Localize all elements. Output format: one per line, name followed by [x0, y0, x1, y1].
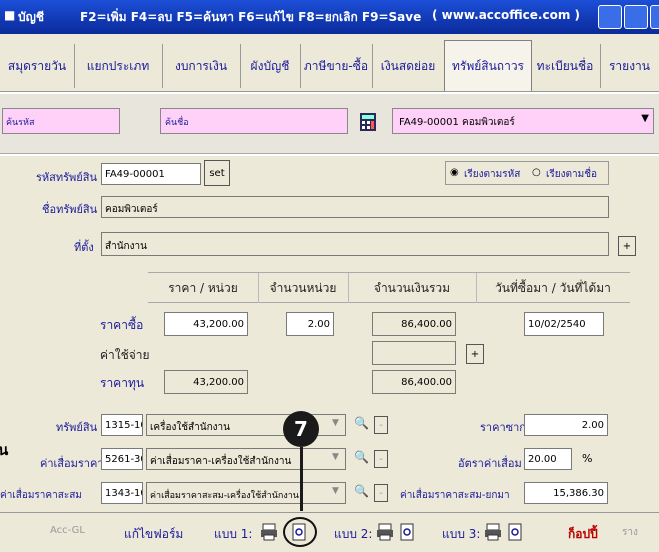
asset-name-field[interactable]: คอมพิวเตอร์ — [101, 196, 609, 218]
asset-code-label: รหัสทรัพย์สิน — [36, 171, 97, 184]
accumulated-depreciation-name: ค่าเสื่อมราคาสะสม-เครื่องใช้สำนักงาน — [146, 482, 346, 504]
preview-icon[interactable] — [506, 523, 524, 541]
callout-leader-line — [300, 447, 303, 511]
calculator-icon[interactable] — [358, 112, 378, 132]
asset-account-clear-button[interactable]: - — [374, 416, 388, 434]
binoculars-icon[interactable]: 🔍 — [354, 450, 369, 464]
copy-button[interactable]: ก็อปปี้ — [568, 525, 598, 544]
purchase-price-label: ราคาซื้อ — [100, 318, 144, 332]
salvage-value-field[interactable]: 2.00 — [524, 414, 608, 436]
print-icon[interactable] — [484, 523, 502, 541]
sort-by-name-label[interactable]: เรียงตามชื่อ — [546, 167, 597, 182]
chevron-down-icon[interactable]: ▼ — [332, 418, 339, 428]
form1-label: แบบ 1: — [214, 527, 253, 541]
depreciation-account-clear-button[interactable]: - — [374, 450, 388, 468]
purchase-date-field[interactable]: 10/02/2540 — [524, 312, 604, 336]
tab-reports[interactable]: รายงาน — [600, 44, 659, 88]
depreciation-rate-field[interactable]: 20.00 — [524, 448, 572, 470]
add-expense-button[interactable]: + — [466, 344, 484, 364]
asset-code-field[interactable]: FA49-00001 — [101, 163, 201, 185]
add-location-button[interactable]: + — [618, 236, 636, 256]
location-label: ที่ตั้ง — [74, 241, 94, 254]
asset-selector-dropdown[interactable]: FA49-00001 คอมพิวเตอร์ ▼ — [392, 108, 654, 134]
print-icon[interactable] — [376, 523, 394, 541]
title-bar: ■ บัญชี F2=เพิ่ม F4=ลบ F5=ค้นหา F6=แก้ไข… — [0, 0, 659, 34]
cut-off-label: น — [0, 441, 9, 459]
accumulated-depreciation-label: ค่าเสื่อมราคาสะสม — [0, 490, 82, 501]
depreciation-account-name: ค่าเสื่อมราคา-เครื่องใช้สำนักงาน — [146, 448, 346, 470]
tab-sales-purchase-tax[interactable]: ภาษีขาย-ซื้อ — [300, 44, 373, 88]
edit-form-button[interactable]: แก้ไขฟอร์ม — [124, 525, 183, 544]
accumulated-depreciation-code[interactable]: 1343-10 — [101, 482, 143, 504]
highlight-circle — [283, 517, 317, 547]
binoculars-icon[interactable]: 🔍 — [354, 484, 369, 498]
sort-by-code-label[interactable]: เรียงตามรหัส — [464, 167, 520, 182]
sort-options: ◉ เรียงตามรหัส ○ เรียงตามชื่อ — [445, 161, 609, 185]
cost-unit-field: 43,200.00 — [164, 370, 248, 394]
tab-journal[interactable]: สมุดรายวัน — [0, 44, 75, 88]
expense-label: ค่าใช้จ่าย — [100, 348, 150, 362]
tab-financial-statements[interactable]: งบการเงิน — [162, 44, 241, 88]
tab-petty-cash[interactable]: เงินสดย่อย — [372, 44, 445, 88]
unit-price-field[interactable]: 43,200.00 — [164, 312, 248, 336]
radio-unselected-icon[interactable]: ○ — [532, 167, 541, 178]
search-name-label: ค้นชื่อ — [165, 118, 189, 128]
asset-account-code[interactable]: 1315-10 — [101, 414, 143, 436]
depreciation-account-label: ค่าเสื่อมราคา — [40, 457, 104, 470]
price-table-header: ราคา / หน่วย จำนวนหน่วย จำนวนเงินรวม วัน… — [148, 272, 630, 303]
radio-selected-icon[interactable]: ◉ — [450, 167, 459, 178]
search-name-field[interactable]: ค้นชื่อ — [160, 108, 348, 134]
location-field[interactable]: สำนักงาน — [101, 232, 609, 256]
cost-price-label: ราคาทุน — [100, 376, 145, 390]
binoculars-icon[interactable]: 🔍 — [354, 416, 369, 430]
preview-icon[interactable] — [398, 523, 416, 541]
website-label: ( www.accoffice.com ) — [432, 8, 580, 22]
column-units: จำนวนหน่วย — [258, 273, 349, 303]
search-code-label: ค้นรหัส — [6, 118, 35, 128]
chevron-down-icon[interactable]: ▼ — [332, 486, 339, 496]
accumulated-depreciation-carry-label: ค่าเสื่อมราคาสะสม-ยกมา — [400, 490, 510, 501]
app-title: บัญชี — [18, 10, 44, 24]
close-button[interactable] — [650, 5, 659, 29]
column-total: จำนวนเงินรวม — [348, 273, 477, 303]
asset-name-label: ชื่อทรัพย์สิน — [42, 203, 98, 216]
asset-form: รหัสทรัพย์สิน FA49-00001 set ◉ เรียงตามร… — [0, 156, 659, 512]
tab-name-register[interactable]: ทะเบียนชื่อ — [530, 44, 601, 88]
accumulated-depreciation-carry-field[interactable]: 15,386.30 — [524, 482, 608, 504]
asset-selector-value: FA49-00001 คอมพิวเตอร์ — [399, 117, 515, 128]
main-tabs: สมุดรายวัน แยกประเภท งบการเงิน ผังบัญชี … — [0, 34, 659, 92]
tab-fixed-assets[interactable]: ทรัพย์สินถาวร — [444, 40, 532, 91]
salvage-value-label: ราคาซาก — [480, 421, 526, 434]
chevron-down-icon[interactable]: ▼ — [641, 113, 649, 124]
expense-total-field — [372, 341, 456, 365]
column-date: วันที่ซื้อมา / วันที่ได้มา — [495, 280, 611, 295]
search-code-field[interactable]: ค้นรหัส — [2, 108, 120, 134]
accumulated-depreciation-clear-button[interactable]: - — [374, 484, 388, 502]
tab-ledger[interactable]: แยกประเภท — [74, 44, 163, 88]
maximize-button[interactable] — [624, 5, 648, 29]
callout-marker: 7 — [283, 411, 319, 447]
form3-label: แบบ 3: — [442, 527, 481, 541]
tab-chart-of-accounts[interactable]: ผังบัญชี — [240, 44, 301, 88]
minimize-button[interactable] — [598, 5, 622, 29]
print-icon[interactable] — [260, 523, 278, 541]
app-icon: ■ — [4, 8, 16, 22]
depreciation-account-code[interactable]: 5261-30 — [101, 448, 143, 470]
search-bar: ค้นรหัส ค้นชื่อ FA49-00001 คอมพิวเตอร์ ▼ — [0, 94, 659, 154]
set-button[interactable]: set — [204, 160, 230, 186]
depreciation-rate-label: อัตราค่าเสื่อม — [458, 457, 522, 470]
form2-label: แบบ 2: — [334, 527, 373, 541]
units-field[interactable]: 2.00 — [286, 312, 334, 336]
asset-account-label: ทรัพย์สิน — [56, 421, 98, 434]
bottom-toolbar: Acc-GL แก้ไขฟอร์ม แบบ 1: แบบ 2: แบบ 3: ก… — [0, 512, 659, 552]
total-field: 86,400.00 — [372, 312, 456, 336]
shortcut-hints: F2=เพิ่ม F4=ลบ F5=ค้นหา F6=แก้ไข F8=ยกเล… — [80, 10, 422, 24]
column-unit-price: ราคา / หน่วย — [148, 273, 259, 303]
chevron-down-icon[interactable]: ▼ — [332, 452, 339, 462]
disabled-button[interactable]: ราง — [622, 525, 638, 540]
acc-gl-label: Acc-GL — [50, 525, 85, 536]
percent-sign: % — [582, 452, 593, 465]
cost-total-field: 86,400.00 — [372, 370, 456, 394]
